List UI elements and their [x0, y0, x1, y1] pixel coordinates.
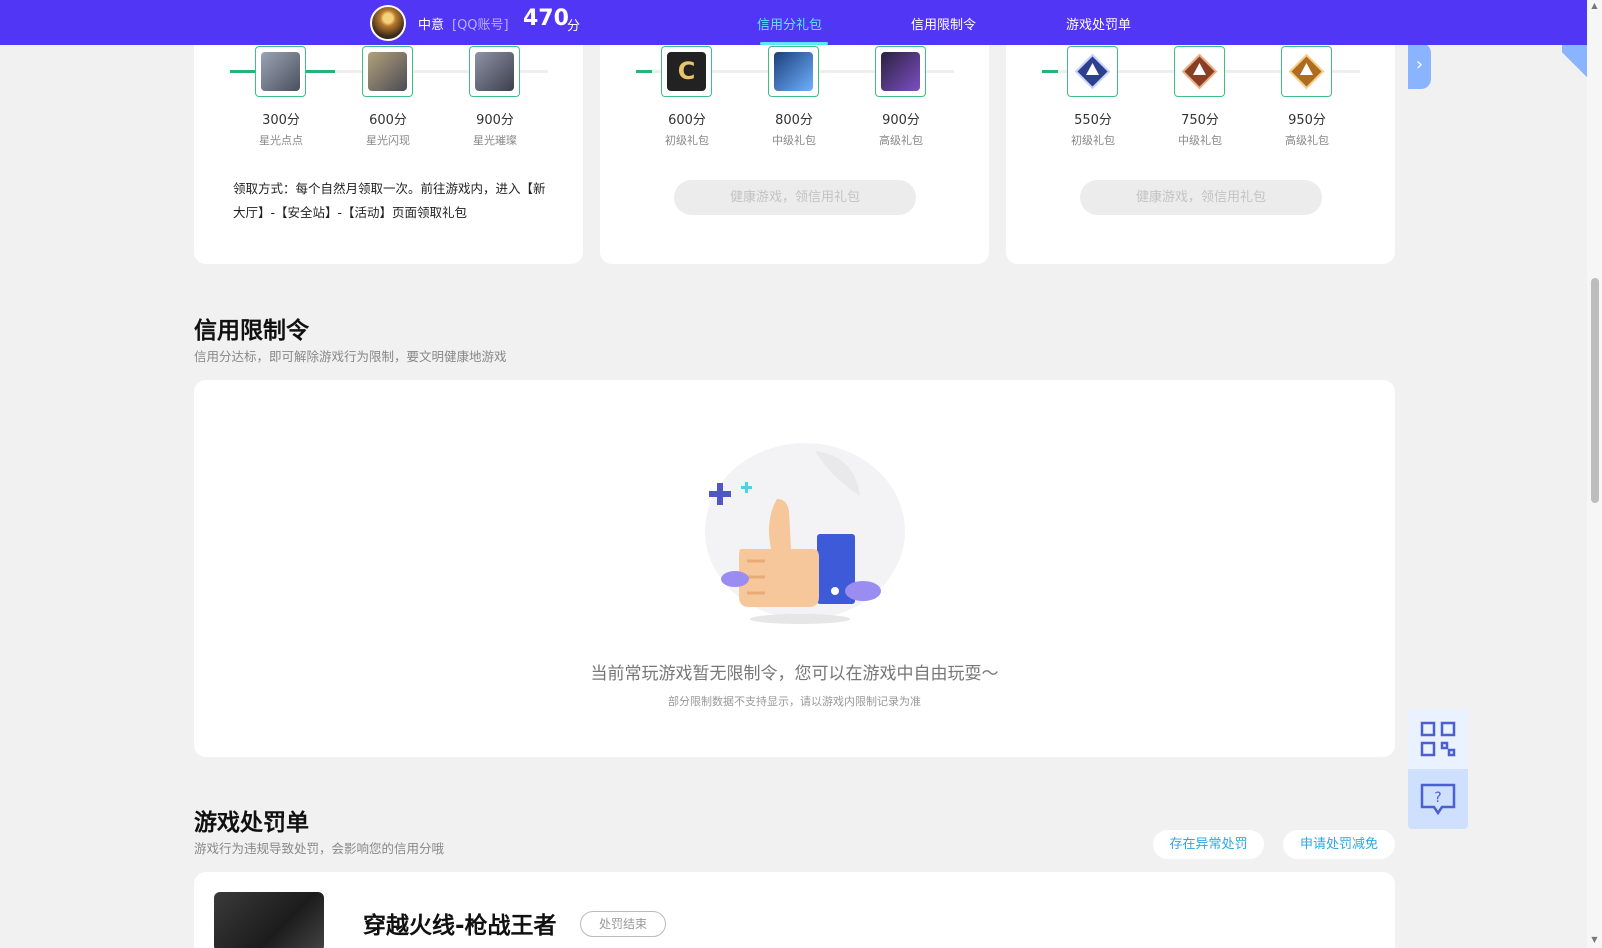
section-subtitle-penalty: 游戏行为违规导致处罚，会影响您的信用分哦 — [194, 841, 445, 856]
gift-name: 高级礼包 — [879, 134, 923, 147]
top-bar: 中意 [QQ账号] 470 分 信用分礼包 信用限制令 游戏处罚单 — [0, 0, 1587, 45]
gift-name: 星光点点 — [259, 134, 303, 147]
gold-rank-icon[interactable] — [1281, 46, 1332, 97]
game-title: 穿越火线-枪战王者 — [363, 913, 557, 939]
gift-points: 900分 — [882, 113, 920, 128]
gift-name: 中级礼包 — [1178, 134, 1222, 147]
gift-name: 中级礼包 — [772, 134, 816, 147]
thumbs-up-illustration — [705, 443, 905, 624]
gift-name: 星光璀璨 — [473, 134, 517, 147]
credit-score-unit: 分 — [567, 19, 581, 34]
gift-points: 900分 — [476, 113, 514, 128]
gift-points: 750分 — [1181, 113, 1219, 128]
nav-tab-restriction[interactable]: 信用限制令 — [911, 14, 976, 33]
section-title-penalty: 游戏处罚单 — [194, 810, 309, 836]
qr-code-icon — [1420, 721, 1456, 757]
scroll-down-icon[interactable]: ▼ — [1588, 935, 1601, 947]
progress-fill — [636, 70, 652, 73]
rifle-xp-icon[interactable] — [768, 46, 819, 97]
svg-text:?: ? — [1434, 790, 1441, 806]
game-thumbnail — [214, 892, 324, 948]
gift-name: 初级礼包 — [665, 134, 709, 147]
c-badge-icon[interactable]: C — [661, 46, 712, 97]
gift-points: 950分 — [1288, 113, 1326, 128]
account-type: [QQ账号] — [452, 18, 509, 33]
gift-name: 星光闪现 — [366, 134, 410, 147]
help-chat-icon: ? — [1420, 783, 1456, 816]
bronze-rank-icon[interactable] — [1174, 46, 1225, 97]
claim-gift-button[interactable]: 健康游戏，领信用礼包 — [1080, 180, 1322, 215]
avatar[interactable] — [370, 5, 406, 41]
penalty-status-badge: 处罚结束 — [580, 911, 666, 937]
nav-tab-gift[interactable]: 信用分礼包 — [757, 14, 822, 33]
scrollbar-thumb[interactable] — [1591, 278, 1599, 503]
user-name: 中意 — [418, 18, 445, 33]
empty-state-note: 部分限制数据不支持显示，请以游戏内限制记录为准 — [668, 695, 921, 708]
gift-points: 800分 — [775, 113, 813, 128]
help-feedback-button[interactable]: ? — [1408, 769, 1468, 829]
starlight-dot-icon[interactable] — [255, 46, 306, 97]
apply-penalty-reduction-button[interactable]: 申请处罚减免 — [1283, 830, 1395, 859]
gift-points: 600分 — [369, 113, 407, 128]
progress-fill — [1042, 70, 1058, 73]
credit-score: 470 — [523, 6, 569, 31]
carousel-next-button[interactable]: › — [1408, 43, 1431, 89]
chevron-right-icon: › — [1415, 54, 1424, 75]
claim-instructions: 领取方式：每个自然月领取一次。前往游戏内，进入【新大厅】-【安全站】-【活动】页… — [233, 181, 546, 220]
nav-tab-penalty[interactable]: 游戏处罚单 — [1066, 14, 1131, 33]
gift-points: 550分 — [1074, 113, 1112, 128]
blue-rank-icon[interactable] — [1067, 46, 1118, 97]
claim-gift-button[interactable]: 健康游戏，领信用礼包 — [674, 180, 916, 215]
corner-decoration — [1562, 45, 1587, 85]
starlight-brilliant-icon[interactable] — [469, 46, 520, 97]
empty-state-message: 当前常玩游戏暂无限制令，您可以在游戏中自由玩耍～ — [590, 664, 999, 684]
abnormal-penalty-button[interactable]: 存在异常处罚 — [1153, 830, 1264, 859]
purple-chest-icon[interactable] — [875, 46, 926, 97]
qr-code-button[interactable] — [1408, 709, 1468, 769]
gift-name: 初级礼包 — [1071, 134, 1115, 147]
section-subtitle-restriction: 信用分达标，即可解除游戏行为限制，要文明健康地游戏 — [194, 349, 507, 364]
gift-points: 300分 — [262, 113, 300, 128]
section-title-restriction: 信用限制令 — [194, 318, 309, 344]
gift-name: 高级礼包 — [1285, 134, 1329, 147]
nav-active-indicator — [760, 42, 828, 45]
starlight-flash-icon[interactable] — [362, 46, 413, 97]
gift-points: 600分 — [668, 113, 706, 128]
scroll-up-icon[interactable]: ▲ — [1588, 1, 1601, 13]
